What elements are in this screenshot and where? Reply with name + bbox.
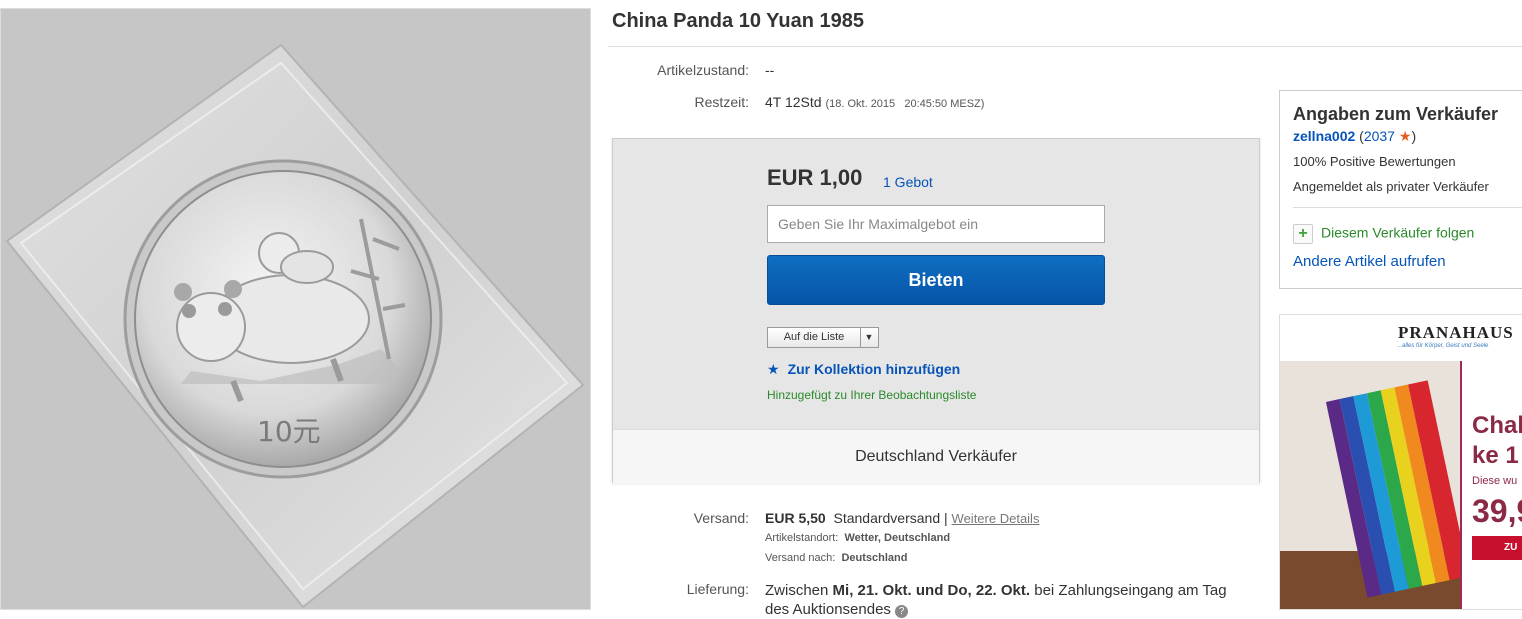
feedback-count-link[interactable]: 2037 <box>1364 128 1395 144</box>
ad-headline-line2: ke 1 <box>1472 442 1519 469</box>
current-price: EUR 1,00 <box>767 165 863 190</box>
time-left-value: 4T 12Std <box>765 94 822 110</box>
seller-name-row: zellna002 (2037 ★) <box>1293 128 1417 144</box>
ad-subline: Diese wu <box>1472 475 1518 487</box>
chevron-down-icon[interactable]: ▼ <box>860 328 878 347</box>
time-left-label: Restzeit: <box>694 94 749 110</box>
watchlist-added-note: Hinzugefügt zu Ihrer Beobachtungsliste <box>767 388 977 402</box>
ad-headline: Chal ke 1 <box>1472 411 1522 471</box>
product-image[interactable]: 10元 <box>0 8 591 610</box>
watchlist-label[interactable]: Auf die Liste <box>768 328 861 347</box>
ships-to: Versand nach: Deutschland <box>765 552 907 564</box>
plus-icon[interactable]: + <box>1293 224 1313 244</box>
delivery-dates: Mi, 21. Okt. und Do, 22. Okt. <box>832 582 1031 599</box>
shipping-label: Versand: <box>693 510 749 526</box>
ad-headline-line1: Chal <box>1472 412 1522 439</box>
max-bid-input[interactable] <box>767 205 1105 243</box>
ad-brand-logo: PRANAHAUS <box>1398 323 1514 342</box>
time-left: 4T 12Std (18. Okt. 2015 20:45:50 MESZ) <box>765 94 984 110</box>
shipping-separator: | <box>944 510 948 526</box>
add-to-collection-link[interactable]: ★ Zur Kollektion hinzufügen <box>767 361 960 378</box>
page-title: China Panda 10 Yuan 1985 <box>612 10 864 32</box>
seller-info-panel: Angaben zum Verkäufer zellna002 (2037 ★)… <box>1279 90 1522 289</box>
shipping-info: EUR 5,50 Standardversand | Weitere Detai… <box>765 510 1039 526</box>
coin-photo: 10元 <box>1 9 590 609</box>
place-bid-button[interactable]: Bieten <box>767 255 1105 305</box>
delivery-prefix: Zwischen <box>765 582 829 599</box>
rainbow-blanket-image <box>1280 361 1460 609</box>
seller-divider <box>1293 207 1522 208</box>
seller-info-heading: Angaben zum Verkäufer <box>1293 104 1499 124</box>
shipping-price: EUR 5,50 <box>765 510 826 526</box>
delivery-suffix: bei Zahlungseingang am Tag <box>1034 582 1227 599</box>
title-divider <box>608 46 1522 47</box>
ships-to-label: Versand nach: <box>765 552 836 564</box>
shipping-method: Standardversand <box>833 510 941 526</box>
item-location-label: Artikelstandort: <box>765 532 839 544</box>
seller-type: Angemeldet als privater Verkäufer <box>1293 179 1489 194</box>
follow-seller-label[interactable]: Diesem Verkäufer folgen <box>1321 225 1474 241</box>
ad-tagline: ...alles für Körper, Geist und Seele <box>1397 343 1489 349</box>
feedback-star-icon: ★ <box>1398 128 1412 144</box>
auction-end-time: (18. Okt. 2015 20:45:50 MESZ) <box>825 98 985 110</box>
positive-feedback: 100% Positive Bewertungen <box>1293 154 1456 169</box>
watchlist-button[interactable]: Auf die Liste ▼ <box>767 327 879 348</box>
star-icon: ★ <box>767 361 780 377</box>
ad-price: 39,9 <box>1472 493 1522 529</box>
shipping-details-link[interactable]: Weitere Details <box>952 511 1040 526</box>
delivery-label: Lieferung: <box>686 581 749 597</box>
follow-seller-button[interactable]: + Diesem Verkäufer folgen <box>1293 224 1474 244</box>
seller-other-items-link[interactable]: Andere Artikel aufrufen <box>1293 253 1446 270</box>
bid-count-link[interactable]: 1 Gebot <box>883 174 933 190</box>
ships-to-value: Deutschland <box>841 552 908 564</box>
ad-product-image <box>1280 361 1460 609</box>
item-location: Artikelstandort: Wetter, Deutschland <box>765 532 950 544</box>
coin-denomination: 10元 <box>257 415 321 448</box>
seller-name-link[interactable]: zellna002 <box>1293 128 1355 144</box>
seller-location-banner: Deutschland Verkäufer <box>613 429 1259 484</box>
condition-label: Artikelzustand: <box>657 62 749 78</box>
add-to-collection-label[interactable]: Zur Kollektion hinzufügen <box>788 361 961 377</box>
ad-offer-panel: Chal ke 1 Diese wu 39,9 ZU <box>1460 361 1522 609</box>
delivery-estimate: Zwischen Mi, 21. Okt. und Do, 22. Okt. b… <box>765 581 1265 619</box>
advertisement[interactable]: PRANAHAUS ...alles für Körper, Geist und… <box>1279 314 1522 610</box>
bid-panel: EUR 1,00 1 Gebot Bieten Auf die Liste ▼ … <box>612 138 1260 484</box>
condition-value: -- <box>765 62 775 78</box>
ad-cta-button[interactable]: ZU <box>1472 536 1522 560</box>
item-location-value: Wetter, Deutschland <box>844 532 951 544</box>
help-icon[interactable]: ? <box>895 605 909 618</box>
